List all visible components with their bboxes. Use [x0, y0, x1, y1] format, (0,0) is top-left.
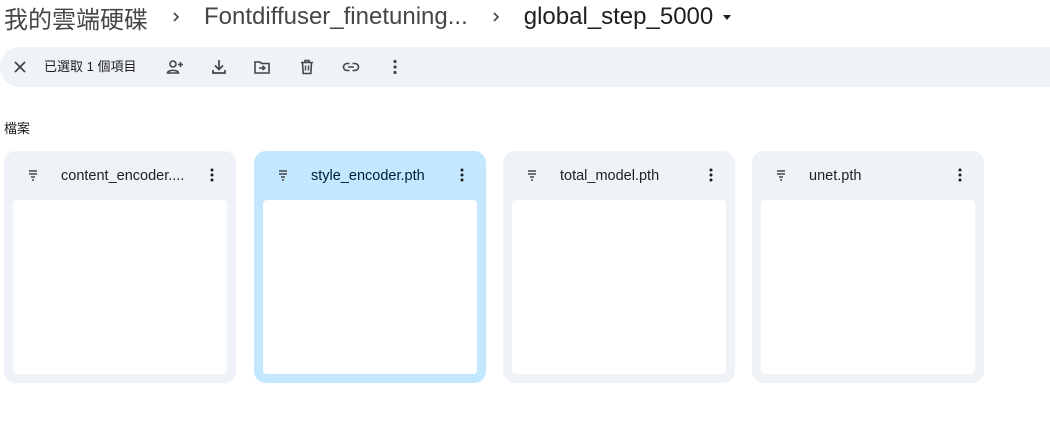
- file-card-selected[interactable]: style_encoder.pth: [254, 151, 486, 383]
- file-card[interactable]: total_model.pth: [503, 151, 735, 383]
- files-section-label: 檔案: [4, 121, 31, 136]
- move-to-folder-icon: [254, 61, 270, 74]
- share-person-add-icon: [166, 60, 183, 74]
- file-more-button[interactable]: [448, 161, 476, 189]
- selection-toolbar: 已選取 1 個項目: [0, 47, 1050, 87]
- breadcrumb-current: global_step_5000: [523, 3, 714, 30]
- copy-link-button[interactable]: [335, 51, 367, 83]
- file-name: content_encoder....: [61, 168, 185, 184]
- file-card-header: unet.pth: [752, 151, 984, 200]
- breadcrumb-root[interactable]: 我的雲端硬碟: [4, 0, 148, 35]
- close-icon: [14, 61, 26, 73]
- file-name: total_model.pth: [560, 168, 660, 184]
- more-vert-icon: [210, 168, 214, 182]
- chevron-right-icon: [468, 11, 524, 23]
- file-thumbnail: [13, 200, 227, 374]
- file-thumbnail: [761, 200, 975, 374]
- more-vert-icon: [958, 168, 962, 182]
- move-button[interactable]: [246, 51, 278, 83]
- more-vert-icon: [393, 59, 397, 75]
- file-name: style_encoder.pth: [311, 168, 425, 184]
- breadcrumb-middle[interactable]: Fontdiffuser_finetuning...: [204, 3, 468, 31]
- trash-icon: [301, 59, 313, 75]
- file-more-button[interactable]: [697, 161, 725, 189]
- file-more-button[interactable]: [946, 161, 974, 189]
- chevron-right-icon: [148, 11, 204, 23]
- file-lines-icon: [777, 170, 785, 181]
- file-card-header: style_encoder.pth: [254, 151, 486, 200]
- more-vert-icon: [709, 168, 713, 182]
- download-button[interactable]: [203, 51, 235, 83]
- link-icon: [342, 62, 360, 72]
- breadcrumb-current-folder[interactable]: global_step_5000: [524, 3, 734, 31]
- more-actions-button[interactable]: [379, 51, 411, 83]
- share-button[interactable]: [159, 51, 191, 83]
- delete-button[interactable]: [291, 51, 323, 83]
- download-icon: [212, 60, 226, 74]
- file-card[interactable]: content_encoder....: [4, 151, 236, 383]
- file-card[interactable]: unet.pth: [752, 151, 984, 383]
- clear-selection-button[interactable]: [4, 51, 36, 83]
- file-lines-icon: [279, 170, 287, 181]
- file-card-header: content_encoder....: [4, 151, 236, 200]
- drive-page: 我的雲端硬碟 Fontdiffuser_finetuning... global…: [0, 0, 1050, 427]
- caret-down-icon: [721, 11, 733, 23]
- breadcrumb: 我的雲端硬碟 Fontdiffuser_finetuning... global…: [4, 0, 733, 34]
- file-more-button[interactable]: [198, 161, 226, 189]
- file-name: unet.pth: [809, 168, 862, 184]
- file-card-header: total_model.pth: [503, 151, 735, 200]
- more-vert-icon: [460, 168, 464, 182]
- file-lines-icon: [528, 170, 536, 181]
- file-lines-icon: [29, 170, 37, 181]
- selection-count: 已選取 1 個項目: [44, 59, 137, 74]
- file-thumbnail: [263, 200, 477, 374]
- file-thumbnail: [512, 200, 726, 374]
